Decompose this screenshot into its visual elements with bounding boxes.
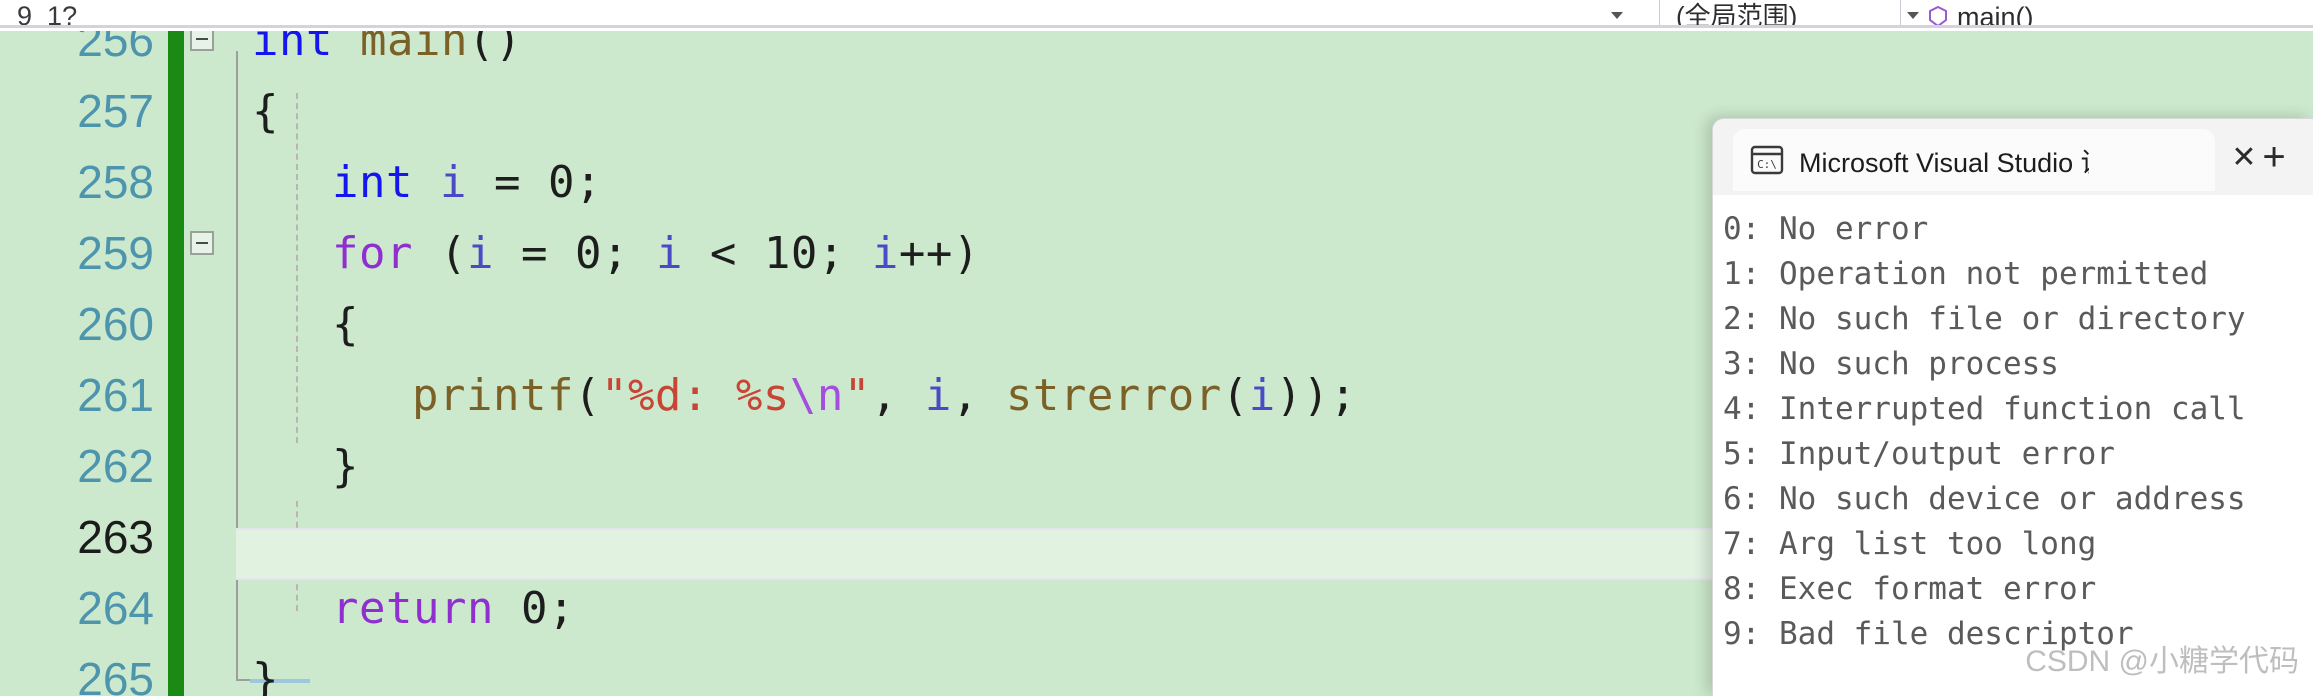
line-number: 261 <box>77 369 154 421</box>
code-line[interactable]: printf("%d: %s\n", i, strerror(i)); <box>216 360 1357 431</box>
code-token: " <box>843 370 871 421</box>
editor-navigation-bar: _9_1? (全局范围) main() <box>0 0 2313 28</box>
scope-global-dropdown[interactable]: (全局范围) <box>1660 0 1900 25</box>
line-number: 256 <box>77 31 154 66</box>
line-number: 259 <box>77 227 154 279</box>
code-token: i <box>871 228 899 279</box>
code-line[interactable]: } <box>216 431 359 502</box>
code-token: 0 <box>574 228 602 279</box>
code-token: int <box>252 31 333 66</box>
line-number-gutter: 256 257 258 259 260 261 262 263 264 265 <box>0 31 168 696</box>
code-token: } <box>252 654 279 696</box>
code-line[interactable]: { <box>216 289 359 360</box>
code-token: } <box>332 441 359 492</box>
fold-toggle-main[interactable] <box>190 31 214 51</box>
code-token: 0 <box>547 157 575 208</box>
code-token: { <box>332 299 359 350</box>
code-line[interactable]: for (i = 0; i < 10; i++) <box>216 218 980 289</box>
code-token: i <box>466 228 494 279</box>
code-token: ( <box>1221 370 1249 421</box>
code-token: 10 <box>763 228 818 279</box>
code-token: "%d: %s <box>600 370 790 421</box>
code-token: \n <box>789 370 844 421</box>
code-token: i <box>439 157 467 208</box>
code-token: { <box>252 86 279 137</box>
chevron-down-icon <box>1611 12 1623 19</box>
console-output-line: 7: Arg list too long <box>1723 526 2097 562</box>
scope-global-label: (全局范围) <box>1676 1 1798 25</box>
code-token: () <box>467 31 522 66</box>
code-token: = <box>493 228 575 279</box>
scope-project-label: _9_1? <box>2 1 78 28</box>
fold-toggle-for[interactable] <box>190 231 214 255</box>
console-title-bar: C:\ Microsoft Visual Studio 调试控 ✕ + <box>1713 119 2313 195</box>
scope-project-dropdown[interactable]: _9_1? <box>0 0 1660 25</box>
code-line[interactable]: int i = 0; <box>216 147 602 218</box>
code-line[interactable]: { <box>216 76 279 147</box>
console-output-line: 0: No error <box>1723 211 1929 247</box>
svg-text:C:\: C:\ <box>1757 158 1777 171</box>
code-token: int <box>332 157 413 208</box>
line-number: 264 <box>77 582 154 634</box>
line-number: 265 <box>77 653 154 696</box>
code-line[interactable]: } <box>216 644 279 696</box>
code-token: ; <box>601 228 656 279</box>
console-output-line: 9: Bad file descriptor <box>1723 616 2134 652</box>
code-token: for <box>332 228 413 279</box>
line-number: 260 <box>77 298 154 350</box>
code-token: printf <box>412 370 574 421</box>
change-indicator-bar <box>168 31 184 696</box>
line-number: 262 <box>77 440 154 492</box>
code-token: i <box>1248 370 1276 421</box>
code-token: < <box>682 228 764 279</box>
code-token: return <box>332 583 494 634</box>
code-token: i <box>924 370 952 421</box>
line-number: 257 <box>77 85 154 137</box>
scope-member-dropdown[interactable]: main() <box>1900 0 2313 25</box>
console-tab[interactable]: C:\ Microsoft Visual Studio 调试控 <box>1733 129 2215 191</box>
code-token: )); <box>1275 370 1357 421</box>
code-token: , <box>870 370 925 421</box>
debug-console-window[interactable]: C:\ Microsoft Visual Studio 调试控 ✕ + 0: N… <box>1712 118 2313 696</box>
code-line[interactable]: int main() <box>216 31 522 76</box>
method-icon <box>1927 5 1949 25</box>
console-output-line: 1: Operation not permitted <box>1723 256 2209 292</box>
console-output-line: 2: No such file or directory <box>1723 301 2246 337</box>
console-output-line: 5: Input/output error <box>1723 436 2115 472</box>
code-token: ( <box>412 228 467 279</box>
console-output[interactable]: 0: No error 1: Operation not permitted 2: … <box>1713 195 2313 696</box>
code-token: ; <box>547 583 575 634</box>
code-token: = <box>466 157 548 208</box>
scope-member-label: main() <box>1957 2 2034 26</box>
app-root: _9_1? (全局范围) main() 256 257 258 259 260 … <box>0 0 2313 696</box>
code-token: ++) <box>898 228 980 279</box>
code-token: ( <box>573 370 601 421</box>
code-token: ; <box>817 228 872 279</box>
code-token: main <box>359 31 468 66</box>
code-line[interactable]: return 0; <box>216 573 575 644</box>
line-number: 263 <box>77 511 154 563</box>
console-tab-title: Microsoft Visual Studio 调试控 <box>1799 147 2089 178</box>
console-output-line: 4: Interrupted function call <box>1723 391 2246 427</box>
new-tab-icon[interactable]: + <box>2251 134 2297 180</box>
code-token: strerror <box>1005 370 1222 421</box>
code-token: ; <box>574 157 602 208</box>
console-output-line: 6: No such device or address <box>1723 481 2246 517</box>
console-output-line: 8: Exec format error <box>1723 571 2097 607</box>
line-number: 258 <box>77 156 154 208</box>
code-token: i <box>655 228 683 279</box>
console-window-icon: C:\ <box>1749 143 1785 177</box>
console-output-line: 3: No such process <box>1723 346 2059 382</box>
code-token: , <box>951 370 1006 421</box>
code-token: 0 <box>520 583 548 634</box>
